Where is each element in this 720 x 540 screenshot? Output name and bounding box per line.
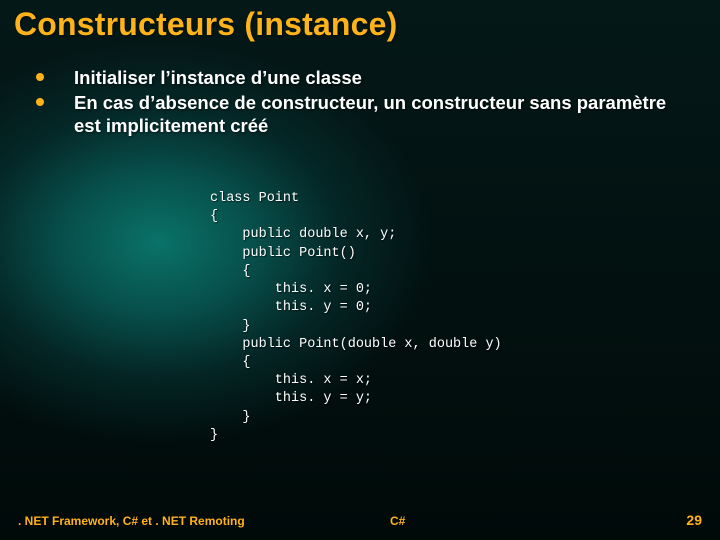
bullet-icon xyxy=(36,73,44,81)
footer: . NET Framework, C# et . NET Remoting C#… xyxy=(0,508,720,528)
footer-center: C# xyxy=(390,514,405,528)
bullet-text: Initialiser l’instance d’une classe xyxy=(74,66,362,89)
footer-left: . NET Framework, C# et . NET Remoting xyxy=(18,514,245,528)
list-item: Initialiser l’instance d’une classe xyxy=(36,66,690,89)
slide-title: Constructeurs (instance) xyxy=(14,6,398,43)
bullet-list: Initialiser l’instance d’une classe En c… xyxy=(36,66,690,139)
slide-number: 29 xyxy=(686,512,702,528)
bullet-icon xyxy=(36,98,44,106)
list-item: En cas d’absence de constructeur, un con… xyxy=(36,91,690,137)
code-block: class Point { public double x, y; public… xyxy=(210,190,502,445)
bullet-text: En cas d’absence de constructeur, un con… xyxy=(74,91,690,137)
slide: Constructeurs (instance) Initialiser l’i… xyxy=(0,0,720,540)
